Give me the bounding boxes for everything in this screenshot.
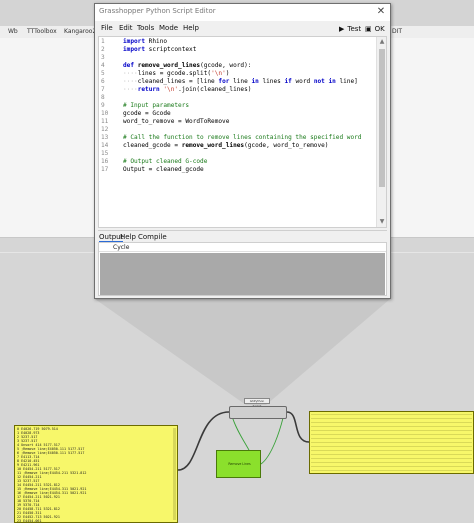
window-title: Grasshopper Python Script Editor — [99, 7, 216, 15]
gcode-input-panel[interactable]: 0 E4026.719 5079.514 1 E4028.973 2 5237.51… — [14, 425, 178, 523]
output-panel: Cycle — [98, 242, 387, 296]
code-text: cleaned_gcode = remove_word_lines(gcode,… — [123, 142, 329, 149]
tab-compile[interactable]: Compile — [138, 233, 167, 241]
code-text: Output = cleaned_gcode — [123, 166, 204, 173]
code-text: def remove_word_lines(gcode, word): — [123, 62, 252, 69]
line-number: 17 — [101, 166, 109, 173]
output-tabs: Output Help Compile — [98, 230, 387, 242]
code-text: # Call the function to remove lines cont… — [123, 134, 362, 141]
close-icon[interactable]: ✕ — [375, 6, 387, 18]
code-editor[interactable]: ▲ ▼ 1 import Rhino 2 import scriptcontext 3 4… — [98, 36, 387, 228]
code-line[interactable]: 6 ····cleaned_lines = [line for line in l… — [99, 78, 379, 86]
line-number: 13 — [101, 134, 109, 141]
line-number: 12 — [101, 126, 109, 133]
test-button[interactable]: ▶ Test — [339, 23, 361, 35]
code-line[interactable]: 13 # Call the function to remove lines co… — [99, 134, 379, 142]
script-editor-window: Grasshopper Python Script Editor ✕ File … — [94, 3, 391, 299]
panel-row: 23 E4454.061 — [17, 519, 42, 523]
code-line[interactable]: 2 import scriptcontext — [99, 46, 379, 54]
line-number: 15 — [101, 150, 109, 157]
ghpython-component[interactable] — [229, 406, 287, 419]
line-number: 5 — [101, 70, 105, 77]
panel-scrollbar[interactable] — [173, 428, 176, 520]
code-line[interactable]: 7 ····return '\n'.join(cleaned_lines) — [99, 86, 379, 94]
line-number: 4 — [101, 62, 105, 69]
menu-bar: File Edit Tools Mode Help ▶ Test ▣ OK — [95, 22, 390, 36]
code-text: # Output cleaned G-code — [123, 158, 208, 165]
tab-help[interactable]: Help — [120, 233, 136, 241]
code-line[interactable]: 3 — [99, 54, 379, 62]
scroll-up-icon[interactable]: ▲ — [378, 38, 386, 46]
code-line[interactable]: 11 word_to_remove = WordToRemove — [99, 118, 379, 126]
code-line[interactable]: 12 — [99, 126, 379, 134]
code-text: # Input parameters — [123, 102, 190, 109]
code-line[interactable]: 14 cleaned_gcode = remove_word_lines(gcod… — [99, 142, 379, 150]
line-number: 10 — [101, 110, 109, 117]
code-line[interactable]: 1 import Rhino — [99, 38, 379, 46]
code-line[interactable]: 15 — [99, 150, 379, 158]
line-number: 9 — [101, 102, 105, 109]
ok-button[interactable]: ▣ OK — [365, 23, 385, 35]
menu-tools[interactable]: Tools — [137, 24, 154, 32]
output-panel-rows — [311, 414, 472, 472]
cleaned-output-panel[interactable] — [309, 411, 474, 474]
play-icon: ▶ — [339, 25, 345, 33]
code-line[interactable]: 10 gcode = Gcode — [99, 110, 379, 118]
output-column-header: Cycle — [99, 243, 386, 252]
code-line[interactable]: 9 # Input parameters — [99, 102, 379, 110]
code-text: gcode = Gcode — [123, 110, 171, 117]
remove-lines-label: Remove Lines — [228, 462, 251, 466]
line-number: 8 — [101, 94, 105, 101]
menu-help[interactable]: Help — [183, 24, 199, 32]
line-number: 14 — [101, 142, 109, 149]
menu-file[interactable]: File — [101, 24, 113, 32]
line-number: 2 — [101, 46, 105, 53]
scroll-thumb[interactable] — [379, 49, 385, 187]
line-number: 11 — [101, 118, 109, 125]
code-line[interactable]: 8 — [99, 94, 379, 102]
output-body[interactable] — [100, 253, 385, 295]
title-bar[interactable]: Grasshopper Python Script Editor ✕ — [95, 4, 390, 21]
line-number: 7 — [101, 86, 105, 93]
menu-edit[interactable]: Edit — [119, 24, 133, 32]
scroll-down-icon[interactable]: ▼ — [378, 218, 386, 226]
code-text: ····cleaned_lines = [line for line in li… — [123, 78, 358, 85]
code-text: word_to_remove = WordToRemove — [123, 118, 230, 125]
menu-mode[interactable]: Mode — [159, 24, 178, 32]
line-number: 16 — [101, 158, 109, 165]
line-number: 1 — [101, 38, 105, 45]
code-line[interactable]: 17 Output = cleaned_gcode — [99, 166, 379, 174]
line-number: 6 — [101, 78, 105, 85]
code-line[interactable]: 4 def remove_word_lines(gcode, word): — [99, 62, 379, 70]
line-number: 3 — [101, 54, 105, 61]
code-text: ····lines = gcode.split('\n') — [123, 70, 230, 77]
remove-lines-node[interactable]: Remove Lines — [216, 450, 261, 478]
cycle-column-label: Cycle — [113, 244, 130, 251]
code-text: ····return '\n'.join(cleaned_lines) — [123, 86, 252, 93]
test-button-label: Test — [347, 25, 362, 33]
code-text: import Rhino — [123, 38, 168, 45]
code-line[interactable]: 5 ····lines = gcode.split('\n') — [99, 70, 379, 78]
component-label-tag: GhPython Script — [244, 398, 270, 408]
code-line[interactable]: 16 # Output cleaned G-code — [99, 158, 379, 166]
ok-button-label: OK — [374, 25, 385, 33]
save-ok-icon: ▣ — [365, 25, 372, 33]
code-text: import scriptcontext — [123, 46, 197, 53]
